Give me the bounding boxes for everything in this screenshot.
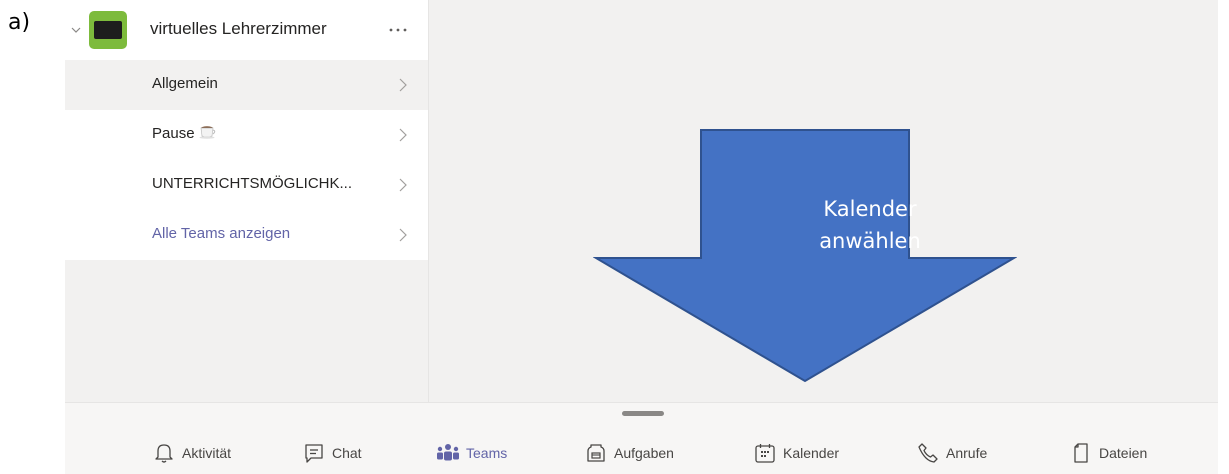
teams-app: virtuelles Lehrerzimmer Allgemein Pause … — [65, 0, 1218, 474]
chat-icon — [302, 441, 326, 465]
tab-label: Kalender — [783, 445, 840, 461]
channel-label: UNTERRICHTSMÖGLICHK... — [152, 175, 353, 192]
tab-dateien[interactable]: Dateien — [1069, 441, 1147, 465]
channel-label: Alle Teams anzeigen — [152, 225, 291, 242]
channel-list: Allgemein Pause UNTERRICHTSMÖGLICHK... A… — [65, 60, 428, 260]
channel-label: Pause — [152, 125, 217, 143]
bottom-tab-bar: Aktivität Chat Teams Aufgaben Kalender A… — [65, 402, 1218, 474]
coffee-icon — [199, 125, 217, 143]
sidebar: virtuelles Lehrerzimmer Allgemein Pause … — [65, 0, 428, 402]
tab-aufgaben[interactable]: Aufgaben — [584, 441, 674, 465]
tab-label: Aufgaben — [614, 445, 674, 461]
channel-item-pause[interactable]: Pause — [65, 110, 428, 160]
tab-chat[interactable]: Chat — [302, 441, 362, 465]
bell-icon — [152, 441, 176, 465]
team-header[interactable]: virtuelles Lehrerzimmer — [65, 0, 428, 60]
tab-label: Dateien — [1099, 445, 1148, 461]
chevron-right-icon — [399, 228, 407, 242]
more-options-icon[interactable] — [385, 20, 411, 40]
channel-item-allgemein[interactable]: Allgemein — [65, 60, 428, 110]
team-avatar — [89, 11, 127, 49]
channel-item-unterricht[interactable]: UNTERRICHTSMÖGLICHK... — [65, 160, 428, 210]
tab-label: Teams — [466, 445, 508, 461]
tab-label: Anrufe — [946, 445, 988, 461]
file-icon — [1069, 441, 1093, 465]
chevron-right-icon — [399, 128, 407, 142]
chevron-down-icon[interactable] — [70, 20, 82, 40]
tab-kalender[interactable]: Kalender — [753, 441, 839, 465]
channel-label: Allgemein — [152, 75, 218, 92]
chevron-right-icon — [399, 178, 407, 192]
tab-teams[interactable]: Teams — [436, 441, 507, 465]
drag-handle[interactable] — [622, 411, 664, 416]
tab-label: Chat — [332, 445, 362, 461]
team-name[interactable]: virtuelles Lehrerzimmer — [150, 19, 327, 39]
figure-label: a) — [8, 10, 31, 35]
tab-label: Aktivität — [182, 445, 232, 461]
teams-icon — [436, 441, 460, 465]
tab-anrufe[interactable]: Anrufe — [916, 441, 987, 465]
show-all-teams-link[interactable]: Alle Teams anzeigen — [65, 210, 428, 260]
calendar-icon — [753, 441, 777, 465]
tab-aktivitaet[interactable]: Aktivität — [152, 441, 231, 465]
annotation-text: Kalender anwählen — [819, 197, 921, 253]
assignments-icon — [584, 441, 608, 465]
chevron-right-icon — [399, 78, 407, 92]
phone-icon — [916, 441, 940, 465]
